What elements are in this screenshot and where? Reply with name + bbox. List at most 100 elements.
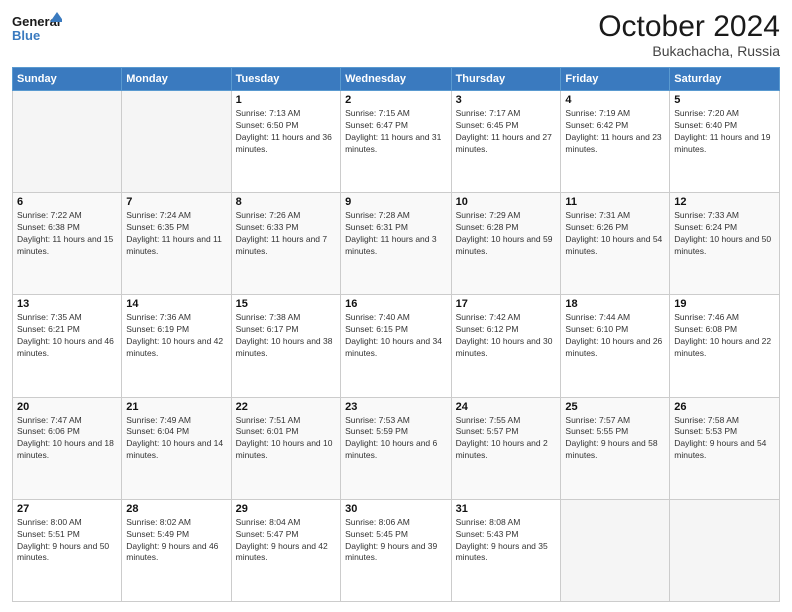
day-info: Sunrise: 8:00 AM Sunset: 5:51 PM Dayligh…: [17, 517, 117, 565]
day-number: 10: [456, 196, 557, 208]
day-info: Sunrise: 7:40 AM Sunset: 6:15 PM Dayligh…: [345, 312, 446, 360]
day-number: 29: [236, 503, 336, 515]
calendar-cell: 6 Sunrise: 7:22 AM Sunset: 6:38 PM Daylig…: [13, 193, 122, 295]
calendar-cell: 9 Sunrise: 7:28 AM Sunset: 6:31 PM Daylig…: [341, 193, 451, 295]
day-info: Sunrise: 7:31 AM Sunset: 6:26 PM Dayligh…: [565, 210, 665, 258]
svg-text:Blue: Blue: [12, 28, 40, 43]
day-info: Sunrise: 7:26 AM Sunset: 6:33 PM Dayligh…: [236, 210, 336, 258]
calendar-cell: 21 Sunrise: 7:49 AM Sunset: 6:04 PM Dayli…: [122, 397, 231, 499]
day-number: 31: [456, 503, 557, 515]
calendar-cell: 18Sunrise: 7:44 AM Sunset: 6:10 PM Dayli…: [561, 295, 670, 397]
day-number: 21: [126, 401, 226, 413]
day-number: 19: [674, 298, 775, 310]
day-number: 20: [17, 401, 117, 413]
calendar-cell: 29 Sunrise: 8:04 AM Sunset: 5:47 PM Dayli…: [231, 499, 340, 601]
day-info: Sunrise: 7:19 AM Sunset: 6:42 PM Dayligh…: [565, 108, 665, 156]
calendar-cell: 20 Sunrise: 7:47 AM Sunset: 6:06 PM Dayli…: [13, 397, 122, 499]
calendar-body: 1Sunrise: 7:13 AM Sunset: 6:50 PM Daylig…: [13, 91, 780, 602]
day-number: 4: [565, 94, 665, 106]
day-number: 9: [345, 196, 446, 208]
day-info: Sunrise: 7:53 AM Sunset: 5:59 PM Dayligh…: [345, 415, 446, 463]
title-block: October 2024 Bukachacha, Russia: [598, 10, 780, 59]
calendar-cell: 23 Sunrise: 7:53 AM Sunset: 5:59 PM Dayli…: [341, 397, 451, 499]
day-info: Sunrise: 7:17 AM Sunset: 6:45 PM Dayligh…: [456, 108, 557, 156]
day-number: 17: [456, 298, 557, 310]
day-number: 7: [126, 196, 226, 208]
day-number: 22: [236, 401, 336, 413]
day-info: Sunrise: 7:22 AM Sunset: 6:38 PM Dayligh…: [17, 210, 117, 258]
header: General Blue October 2024 Bukachacha, Ru…: [12, 10, 780, 59]
day-info: Sunrise: 7:36 AM Sunset: 6:19 PM Dayligh…: [126, 312, 226, 360]
weekday-header-wednesday: Wednesday: [341, 68, 451, 91]
day-number: 26: [674, 401, 775, 413]
calendar-week-5: 27 Sunrise: 8:00 AM Sunset: 5:51 PM Dayli…: [13, 499, 780, 601]
day-number: 12: [674, 196, 775, 208]
day-number: 15: [236, 298, 336, 310]
day-info: Sunrise: 7:51 AM Sunset: 6:01 PM Dayligh…: [236, 415, 336, 463]
day-info: Sunrise: 7:55 AM Sunset: 5:57 PM Dayligh…: [456, 415, 557, 463]
day-number: 14: [126, 298, 226, 310]
calendar-cell: 14 Sunrise: 7:36 AM Sunset: 6:19 PM Dayli…: [122, 295, 231, 397]
day-info: Sunrise: 7:38 AM Sunset: 6:17 PM Dayligh…: [236, 312, 336, 360]
day-info: Sunrise: 7:33 AM Sunset: 6:24 PM Dayligh…: [674, 210, 775, 258]
calendar-cell: 26 Sunrise: 7:58 AM Sunset: 5:53 PM Dayli…: [670, 397, 780, 499]
calendar-cell: 11 Sunrise: 7:31 AM Sunset: 6:26 PM Dayli…: [561, 193, 670, 295]
day-info: Sunrise: 7:42 AM Sunset: 6:12 PM Dayligh…: [456, 312, 557, 360]
day-number: 30: [345, 503, 446, 515]
calendar-cell: 13 Sunrise: 7:35 AM Sunset: 6:21 PM Dayli…: [13, 295, 122, 397]
calendar-cell: 4 Sunrise: 7:19 AM Sunset: 6:42 PM Daylig…: [561, 91, 670, 193]
calendar-week-4: 20 Sunrise: 7:47 AM Sunset: 6:06 PM Dayli…: [13, 397, 780, 499]
day-number: 23: [345, 401, 446, 413]
day-info: Sunrise: 7:58 AM Sunset: 5:53 PM Dayligh…: [674, 415, 775, 463]
day-info: Sunrise: 7:35 AM Sunset: 6:21 PM Dayligh…: [17, 312, 117, 360]
day-number: 6: [17, 196, 117, 208]
calendar-cell: 31Sunrise: 8:08 AM Sunset: 5:43 PM Dayli…: [451, 499, 561, 601]
weekday-header-sunday: Sunday: [13, 68, 122, 91]
calendar-cell: 12 Sunrise: 7:33 AM Sunset: 6:24 PM Dayli…: [670, 193, 780, 295]
calendar-cell: 28 Sunrise: 8:02 AM Sunset: 5:49 PM Dayli…: [122, 499, 231, 601]
day-number: 2: [345, 94, 446, 106]
calendar-week-2: 6 Sunrise: 7:22 AM Sunset: 6:38 PM Daylig…: [13, 193, 780, 295]
calendar-cell: [561, 499, 670, 601]
day-info: Sunrise: 7:13 AM Sunset: 6:50 PM Dayligh…: [236, 108, 336, 156]
day-number: 27: [17, 503, 117, 515]
weekday-header-friday: Friday: [561, 68, 670, 91]
calendar-cell: 24 Sunrise: 7:55 AM Sunset: 5:57 PM Dayli…: [451, 397, 561, 499]
location: Bukachacha, Russia: [598, 43, 780, 59]
day-info: Sunrise: 8:04 AM Sunset: 5:47 PM Dayligh…: [236, 517, 336, 565]
day-info: Sunrise: 7:28 AM Sunset: 6:31 PM Dayligh…: [345, 210, 446, 258]
day-info: Sunrise: 7:47 AM Sunset: 6:06 PM Dayligh…: [17, 415, 117, 463]
weekday-header-tuesday: Tuesday: [231, 68, 340, 91]
day-number: 28: [126, 503, 226, 515]
calendar-cell: 25Sunrise: 7:57 AM Sunset: 5:55 PM Dayli…: [561, 397, 670, 499]
calendar-cell: 7Sunrise: 7:24 AM Sunset: 6:35 PM Daylig…: [122, 193, 231, 295]
calendar-week-1: 1Sunrise: 7:13 AM Sunset: 6:50 PM Daylig…: [13, 91, 780, 193]
month-title: October 2024: [598, 10, 780, 43]
calendar-cell: [670, 499, 780, 601]
calendar-cell: 10 Sunrise: 7:29 AM Sunset: 6:28 PM Dayli…: [451, 193, 561, 295]
day-info: Sunrise: 7:15 AM Sunset: 6:47 PM Dayligh…: [345, 108, 446, 156]
calendar-cell: 19Sunrise: 7:46 AM Sunset: 6:08 PM Dayli…: [670, 295, 780, 397]
day-number: 3: [456, 94, 557, 106]
calendar-table: SundayMondayTuesdayWednesdayThursdayFrid…: [12, 67, 780, 602]
day-info: Sunrise: 7:20 AM Sunset: 6:40 PM Dayligh…: [674, 108, 775, 156]
day-info: Sunrise: 7:49 AM Sunset: 6:04 PM Dayligh…: [126, 415, 226, 463]
calendar-cell: 22 Sunrise: 7:51 AM Sunset: 6:01 PM Dayli…: [231, 397, 340, 499]
logo-svg: General Blue: [12, 10, 62, 45]
day-info: Sunrise: 8:02 AM Sunset: 5:49 PM Dayligh…: [126, 517, 226, 565]
day-number: 16: [345, 298, 446, 310]
day-number: 13: [17, 298, 117, 310]
calendar-header-row: SundayMondayTuesdayWednesdayThursdayFrid…: [13, 68, 780, 91]
calendar-cell: 16 Sunrise: 7:40 AM Sunset: 6:15 PM Dayli…: [341, 295, 451, 397]
day-info: Sunrise: 7:29 AM Sunset: 6:28 PM Dayligh…: [456, 210, 557, 258]
calendar-week-3: 13 Sunrise: 7:35 AM Sunset: 6:21 PM Dayli…: [13, 295, 780, 397]
logo: General Blue: [12, 10, 62, 45]
day-number: 24: [456, 401, 557, 413]
calendar-cell: [13, 91, 122, 193]
day-info: Sunrise: 8:06 AM Sunset: 5:45 PM Dayligh…: [345, 517, 446, 565]
day-number: 18: [565, 298, 665, 310]
weekday-header-thursday: Thursday: [451, 68, 561, 91]
page: General Blue October 2024 Bukachacha, Ru…: [0, 0, 792, 612]
day-number: 11: [565, 196, 665, 208]
weekday-header-saturday: Saturday: [670, 68, 780, 91]
